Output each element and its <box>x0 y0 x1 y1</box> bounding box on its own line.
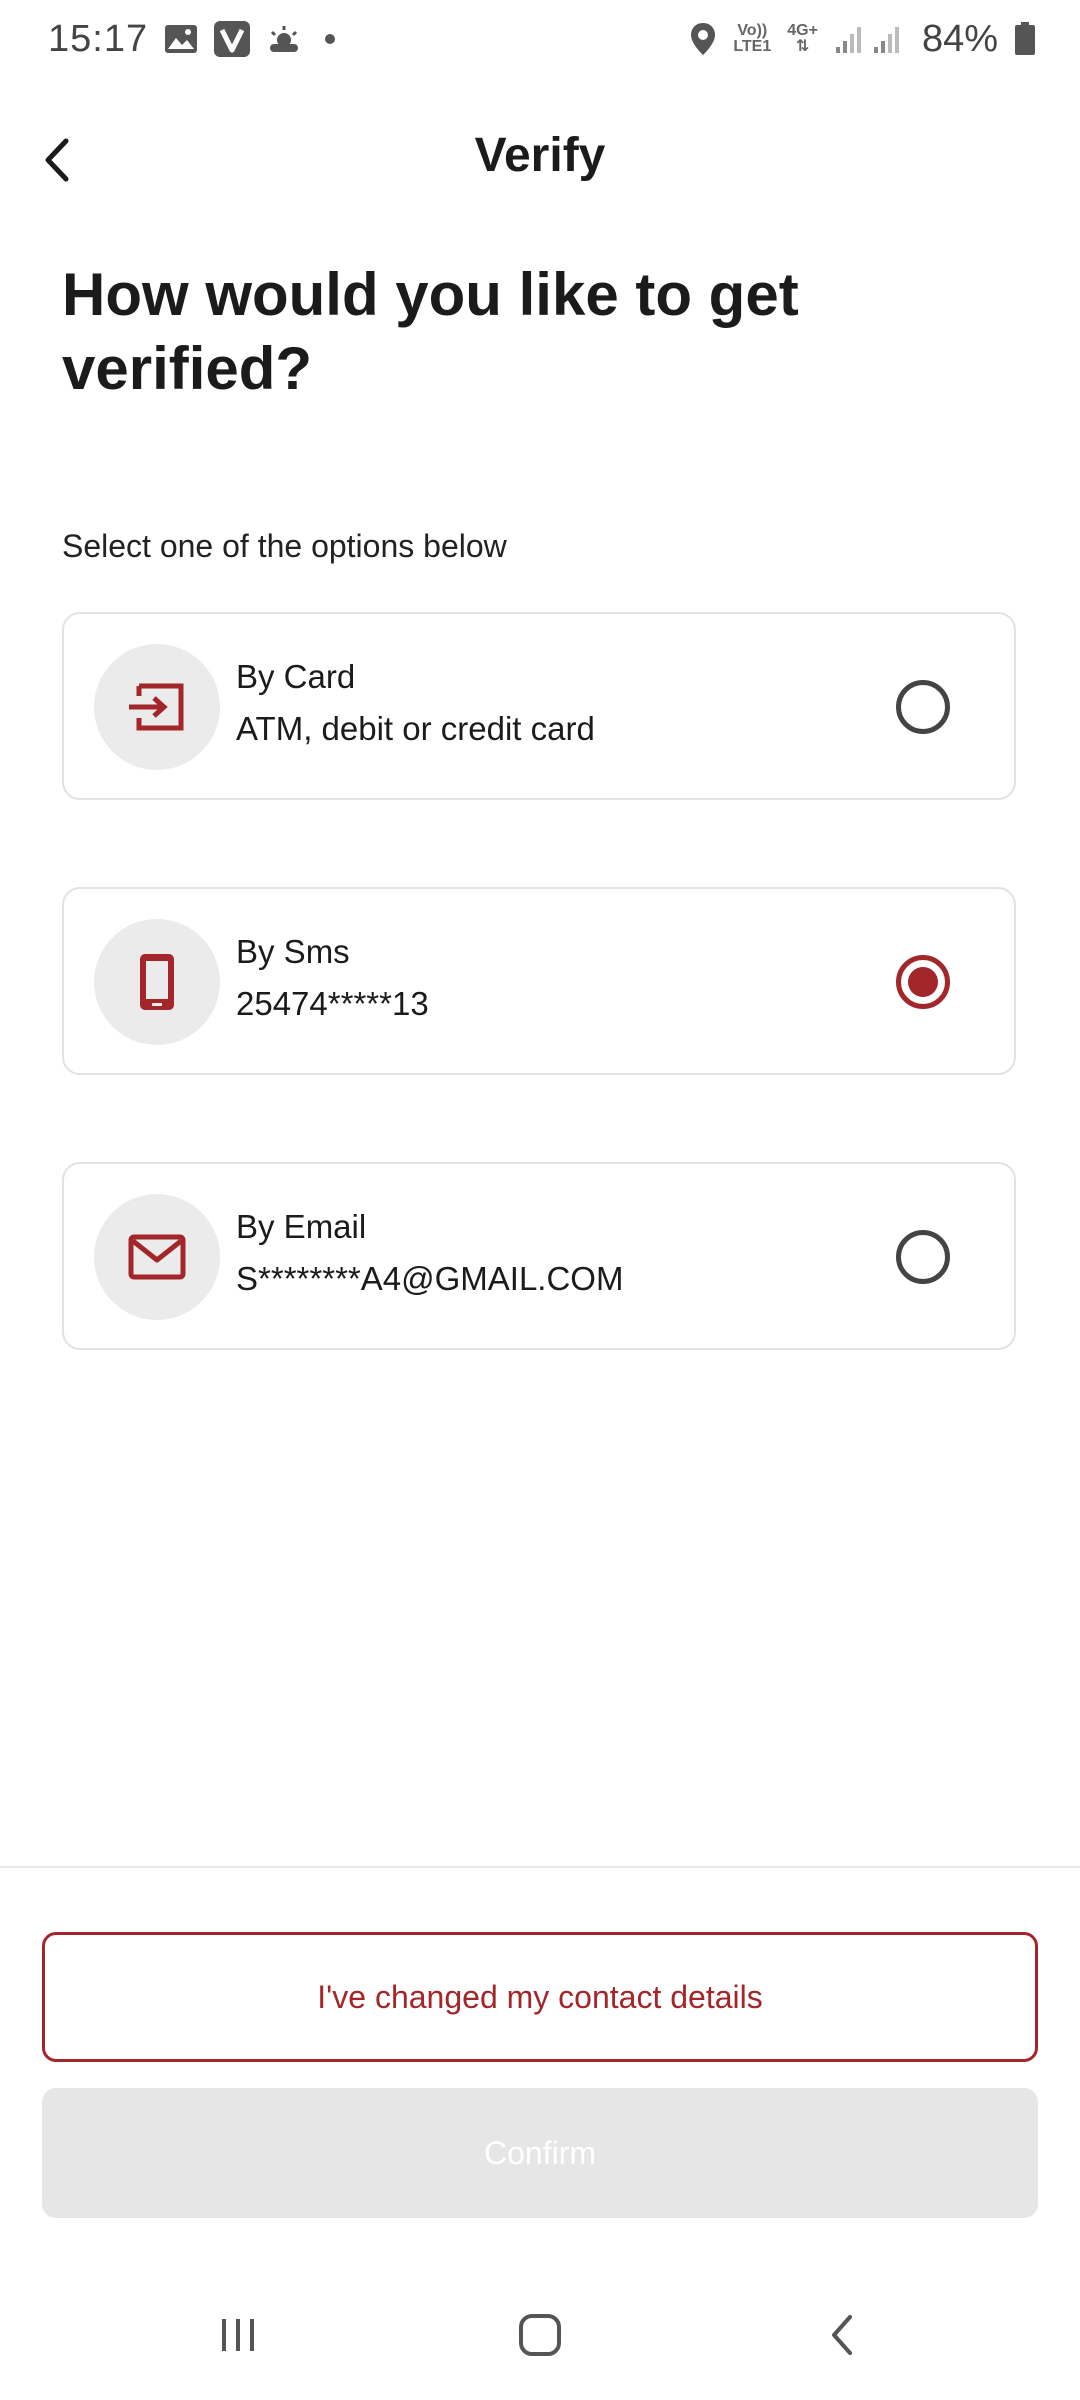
option-sms[interactable]: By Sms 25474*****13 <box>62 887 1016 1075</box>
system-nav-bar <box>0 2280 1080 2390</box>
changed-contact-details-button[interactable]: I've changed my contact details <box>42 1932 1038 2062</box>
signal-icon <box>834 23 906 55</box>
option-email-radio[interactable] <box>896 1230 950 1284</box>
confirm-button[interactable]: Confirm <box>42 2088 1038 2218</box>
option-email-subtitle: S********A4@GMAIL.COM <box>236 1260 624 1297</box>
home-button[interactable] <box>500 2300 580 2370</box>
battery-percent: 84% <box>921 17 998 60</box>
recent-apps-icon <box>222 2319 254 2351</box>
gallery-icon <box>164 24 198 54</box>
battery-icon <box>1014 22 1036 56</box>
home-icon <box>519 2314 561 2356</box>
option-card[interactable]: By Card ATM, debit or credit card <box>62 612 1016 800</box>
option-card-radio[interactable] <box>896 680 950 734</box>
radio-selected-dot <box>908 967 938 997</box>
status-time: 15:17 <box>48 17 149 60</box>
back-icon <box>832 2315 852 2355</box>
recent-apps-button[interactable] <box>198 2300 278 2370</box>
dot-icon <box>318 27 342 51</box>
verification-question: How would you like to get verified? <box>62 261 799 402</box>
option-card-title: By Card <box>236 658 356 695</box>
instructions-text: Select one of the options below <box>62 528 507 564</box>
page-title: Verify <box>474 129 606 182</box>
lte-label: LTE1 <box>733 38 772 55</box>
option-icon-bg <box>94 919 220 1045</box>
option-icon-bg <box>94 644 220 770</box>
card-icon <box>129 683 184 731</box>
status-bar: 15:17 Vo)) LTE1 4G+ ⇅ 84% <box>0 0 1080 78</box>
option-sms-title: By Sms <box>236 933 350 970</box>
location-icon <box>689 22 717 56</box>
option-sms-subtitle: 25474*****13 <box>236 985 429 1022</box>
verify-screen: 15:17 Vo)) LTE1 4G+ ⇅ 84% Verify How wou… <box>0 0 1080 2400</box>
system-back-button[interactable] <box>802 2300 882 2370</box>
network-type-label: 4G+ <box>787 22 818 39</box>
option-icon-bg <box>94 1194 220 1320</box>
app-header: Verify <box>0 110 1080 210</box>
v-app-icon <box>214 21 251 57</box>
mail-icon <box>128 1234 186 1280</box>
option-email-title: By Email <box>236 1208 367 1245</box>
status-bar-left: 15:17 <box>48 18 342 61</box>
option-card-subtitle: ATM, debit or credit card <box>236 710 595 747</box>
network-label: Vo)) LTE1 <box>733 23 771 55</box>
option-sms-radio[interactable] <box>896 955 950 1009</box>
weather-icon <box>266 24 302 54</box>
option-email[interactable]: By Email S********A4@GMAIL.COM <box>62 1162 1016 1350</box>
phone-icon <box>140 954 174 1010</box>
network-type: 4G+ ⇅ <box>787 23 818 55</box>
status-bar-right: Vo)) LTE1 4G+ ⇅ 84% <box>689 18 1036 61</box>
data-arrows-icon: ⇅ <box>795 38 810 55</box>
bottom-divider <box>0 1866 1080 1868</box>
volte-label: Vo)) <box>737 22 768 39</box>
